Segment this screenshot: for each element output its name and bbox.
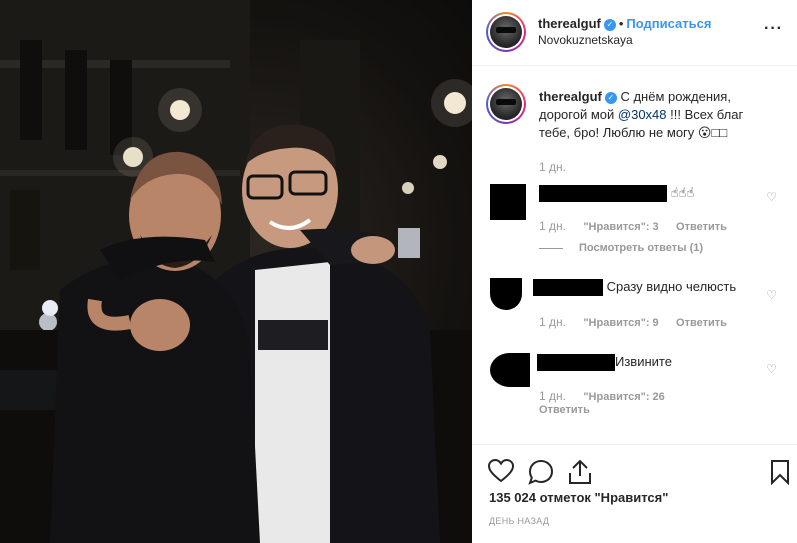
caption-username[interactable]: therealguf — [539, 89, 602, 104]
reply-button[interactable]: Ответить — [676, 317, 727, 329]
replies-divider — [539, 247, 563, 249]
likes-count[interactable]: 135 024 отметок "Нравится" — [489, 490, 668, 505]
photo-illustration — [0, 0, 472, 543]
redacted-username — [533, 279, 603, 297]
comment-text: Извините — [615, 354, 672, 369]
comment-avatar-redacted — [490, 278, 522, 310]
comment-time[interactable]: 1 дн. — [539, 219, 566, 233]
view-replies-button[interactable]: Посмотреть ответы (1) — [539, 242, 703, 254]
comment-time[interactable]: 1 дн. — [539, 315, 566, 329]
comment-avatar-redacted — [490, 353, 530, 387]
comment-meta: 1 дн. "Нравится": 9 Ответить — [539, 315, 727, 329]
comment-body: ☝☝☝ — [539, 185, 695, 203]
comment-icon[interactable] — [528, 459, 554, 485]
comment-likes[interactable]: "Нравится": 26 — [583, 391, 664, 403]
verified-badge-icon: ✓ — [604, 92, 617, 104]
comment-time[interactable]: 1 дн. — [539, 389, 566, 403]
reply-button[interactable]: Ответить — [676, 221, 727, 233]
comment-meta: 1 дн. "Нравится": 26 — [539, 389, 665, 403]
caption-mention[interactable]: @30x48 — [618, 107, 667, 122]
header-name-row: therealguf ✓ • Подписаться — [538, 15, 711, 33]
author-avatar[interactable] — [486, 12, 526, 52]
comment-text: Сразу видно челюсть — [606, 279, 737, 294]
author-username[interactable]: therealguf — [538, 16, 601, 31]
verified-badge-icon: ✓ — [603, 19, 616, 31]
caption-time[interactable]: 1 дн. — [539, 160, 566, 174]
post-header: therealguf ✓ • Подписаться Novokuznetskaya … — [472, 0, 797, 66]
comment-meta: 1 дн. "Нравится": 3 Ответить — [539, 219, 727, 233]
post-side-panel: therealguf ✓ • Подписаться Novokuznetskaya … — [472, 0, 797, 543]
redacted-username — [539, 185, 667, 203]
caption-avatar[interactable] — [486, 84, 526, 124]
comment-body: Сразу видно челюсть — [533, 279, 737, 297]
share-icon[interactable] — [568, 459, 592, 485]
heart-icon[interactable] — [488, 459, 514, 483]
comment-avatar-redacted — [490, 184, 526, 220]
comment-likes[interactable]: "Нравится": 3 — [583, 221, 658, 233]
caption: therealguf ✓ С днём рождения, дорогой мой… — [539, 88, 759, 142]
post-location[interactable]: Novokuznetskaya — [538, 33, 633, 47]
post-photo[interactable] — [0, 0, 472, 543]
post-time-ago[interactable]: ДЕНЬ НАЗАД — [489, 516, 549, 526]
bookmark-icon[interactable] — [770, 459, 790, 485]
more-dots-icon[interactable]: ··· — [764, 20, 783, 38]
comment-like-heart-icon[interactable]: ♡ — [766, 288, 777, 302]
comment-text: ☝☝☝ — [670, 185, 695, 200]
separator-dot: • — [618, 16, 624, 31]
view-replies-label[interactable]: Посмотреть ответы (1) — [579, 242, 703, 254]
reply-button[interactable]: Ответить — [539, 404, 590, 416]
comment-likes[interactable]: "Нравится": 9 — [583, 317, 658, 329]
comment-like-heart-icon[interactable]: ♡ — [766, 362, 777, 376]
comment-body: Извините — [537, 354, 672, 372]
comment-like-heart-icon[interactable]: ♡ — [766, 190, 777, 204]
redacted-username — [537, 354, 615, 372]
follow-button[interactable]: Подписаться — [626, 16, 711, 31]
comments-section[interactable]: therealguf ✓ С днём рождения, дорогой мой… — [472, 66, 797, 444]
